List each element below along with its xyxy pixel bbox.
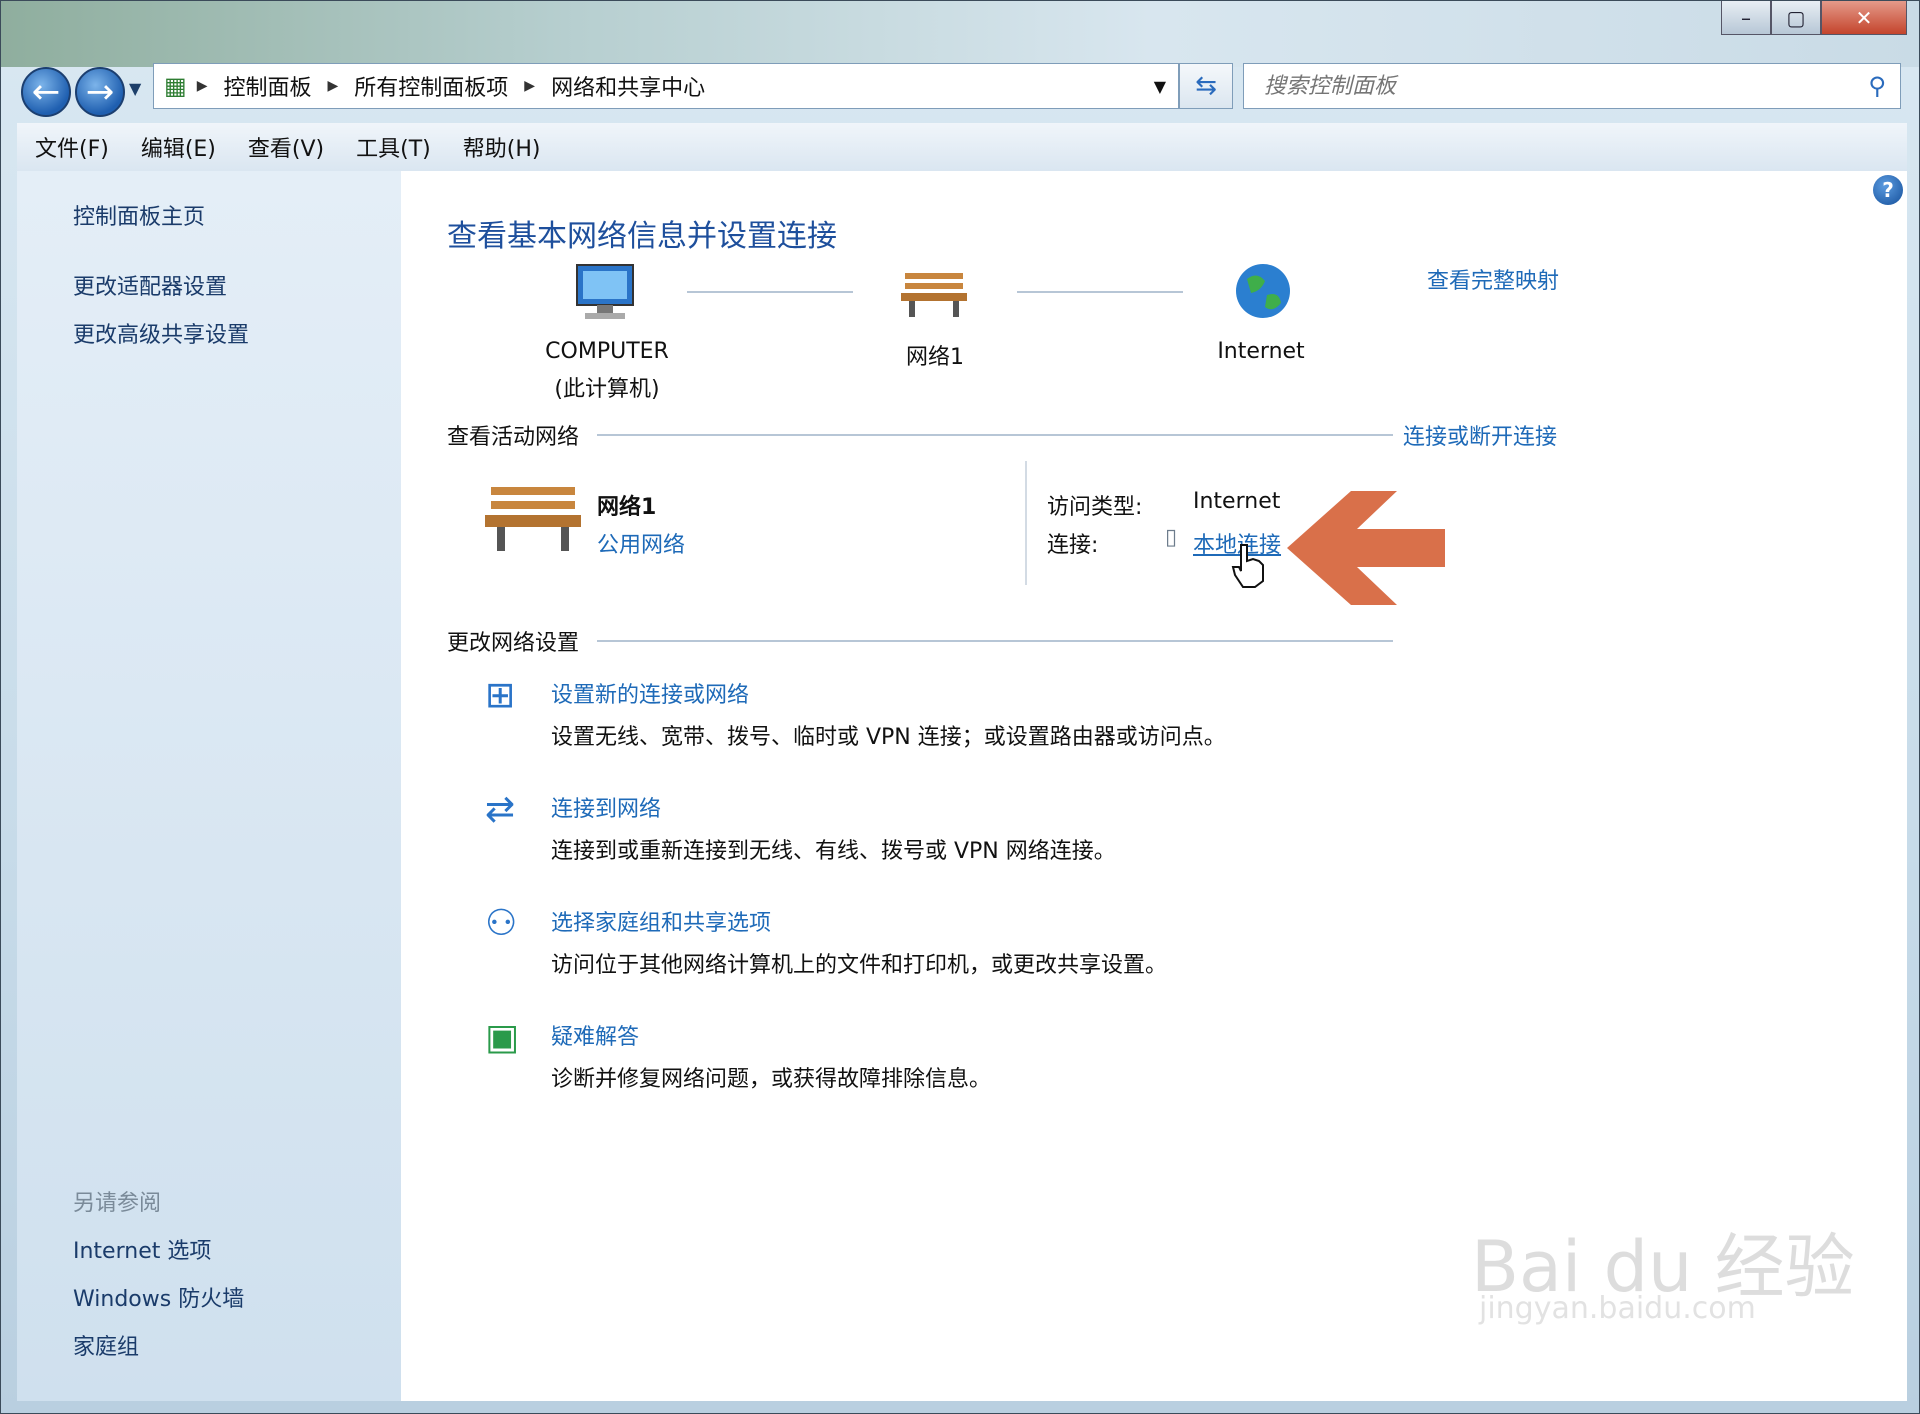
- menu-file[interactable]: 文件(F): [35, 131, 109, 163]
- see-also-firewall[interactable]: Windows 防火墙: [73, 1281, 244, 1313]
- minimize-button[interactable]: –: [1721, 1, 1771, 35]
- menu-tools[interactable]: 工具(T): [356, 131, 431, 163]
- bench-icon: [485, 487, 581, 551]
- computer-icon: [576, 264, 634, 319]
- change-settings-header: 更改网络设置: [447, 631, 580, 656]
- active-network-name: 网络1: [597, 495, 657, 520]
- close-button[interactable]: ✕: [1821, 1, 1907, 35]
- help-icon[interactable]: ?: [1873, 175, 1903, 205]
- address-bar[interactable]: ▦ ▶ 控制面板 ▶ 所有控制面板项 ▶ 网络和共享中心 ▼: [153, 63, 1179, 109]
- breadcrumb-network-center[interactable]: 网络和共享中心: [551, 70, 705, 102]
- map-node-computer: COMPUTER: [545, 339, 669, 364]
- connection-label: 连接:: [1047, 533, 1099, 558]
- task-troubleshoot[interactable]: 疑难解答: [551, 1019, 639, 1051]
- search-input[interactable]: [1262, 72, 1826, 100]
- breadcrumb-control-panel[interactable]: 控制面板: [223, 70, 311, 102]
- see-also-header: 另请参阅: [73, 1191, 162, 1216]
- chevron-right-icon: ▶: [524, 78, 536, 94]
- chevron-right-icon: ▶: [196, 78, 208, 94]
- map-connector: [687, 291, 853, 293]
- page-title: 查看基本网络信息并设置连接: [447, 219, 837, 254]
- main-content: ? 查看基本网络信息并设置连接 COMPUTER (此计算机) 网络1 Inte…: [401, 171, 1907, 1401]
- maximize-button[interactable]: ▢: [1771, 1, 1821, 35]
- arrow-left-icon: ←: [31, 72, 61, 112]
- window: – ▢ ✕ ← → ▼ ▦ ▶ 控制面板 ▶ 所有控制面板项 ▶ 网络和共享中心…: [0, 0, 1920, 1414]
- task-connect-network-desc: 连接到或重新连接到无线、有线、拨号或 VPN 网络连接。: [551, 839, 1116, 864]
- connect-network-icon: ⇄: [485, 789, 516, 830]
- breadcrumb-all-items[interactable]: 所有控制面板项: [354, 70, 508, 102]
- sidebar: 控制面板主页 更改适配器设置 更改高级共享设置 另请参阅 Internet 选项…: [17, 171, 401, 1401]
- title-bar: – ▢ ✕: [1, 1, 1919, 67]
- task-troubleshoot-desc: 诊断并修复网络问题，或获得故障排除信息。: [551, 1067, 992, 1092]
- globe-icon: [1236, 264, 1290, 318]
- connect-disconnect-link[interactable]: 连接或断开连接: [1403, 419, 1557, 451]
- section-divider: [597, 640, 1393, 642]
- view-full-map-link[interactable]: 查看完整映射: [1427, 263, 1559, 295]
- back-button[interactable]: ←: [21, 67, 71, 117]
- troubleshoot-icon: ▣: [485, 1017, 520, 1058]
- see-also-internet-options[interactable]: Internet 选项: [73, 1233, 211, 1265]
- sidebar-item-sharing[interactable]: 更改高级共享设置: [73, 317, 249, 349]
- control-panel-icon: ▦: [164, 72, 187, 100]
- refresh-icon: ⇆: [1195, 71, 1217, 101]
- refresh-button[interactable]: ⇆: [1179, 63, 1233, 109]
- chevron-right-icon: ▶: [327, 78, 339, 94]
- menu-help[interactable]: 帮助(H): [463, 131, 541, 163]
- new-connection-icon: ⊞: [485, 675, 516, 716]
- task-new-connection-desc: 设置无线、宽带、拨号、临时或 VPN 连接；或设置路由器或访问点。: [551, 725, 1226, 750]
- map-node-computer-sub: (此计算机): [554, 377, 660, 402]
- access-type-label: 访问类型:: [1047, 495, 1143, 520]
- see-also-homegroup[interactable]: 家庭组: [73, 1329, 139, 1361]
- forward-button[interactable]: →: [75, 67, 125, 117]
- menu-bar: 文件(F) 编辑(E) 查看(V) 工具(T) 帮助(H): [17, 123, 1907, 172]
- map-connector: [1017, 291, 1183, 293]
- search-box: ⚲: [1243, 63, 1901, 109]
- homegroup-icon: ⚇: [485, 903, 518, 944]
- hand-cursor-icon: [1231, 544, 1264, 588]
- active-networks-header: 查看活动网络: [447, 425, 580, 450]
- task-homegroup-desc: 访问位于其他网络计算机上的文件和打印机，或更改共享设置。: [551, 953, 1168, 978]
- network-type-link[interactable]: 公用网络: [597, 527, 685, 559]
- access-type-value: Internet: [1193, 489, 1281, 514]
- task-homegroup[interactable]: 选择家庭组和共享选项: [551, 905, 771, 937]
- menu-view[interactable]: 查看(V): [248, 131, 324, 163]
- menu-edit[interactable]: 编辑(E): [141, 131, 216, 163]
- map-node-internet: Internet: [1217, 339, 1305, 364]
- sidebar-item-adapter[interactable]: 更改适配器设置: [73, 269, 227, 301]
- map-node-network: 网络1: [906, 345, 964, 370]
- bench-icon: [901, 273, 967, 317]
- task-connect-network[interactable]: 连接到网络: [551, 791, 661, 823]
- history-dropdown-button[interactable]: ▼: [129, 79, 141, 98]
- caption-buttons: – ▢ ✕: [1721, 1, 1907, 35]
- sidebar-item-home[interactable]: 控制面板主页: [73, 199, 205, 231]
- address-dropdown-icon[interactable]: ▼: [1154, 77, 1166, 96]
- section-divider: [597, 434, 1393, 436]
- vertical-divider: [1025, 461, 1027, 585]
- watermark-url: jingyan.baidu.com: [1479, 1291, 1756, 1326]
- ethernet-icon: ▯: [1165, 525, 1178, 550]
- search-icon[interactable]: ⚲: [1868, 72, 1886, 100]
- arrow-left-icon: [1287, 491, 1445, 605]
- task-new-connection[interactable]: 设置新的连接或网络: [551, 677, 749, 709]
- arrow-right-icon: →: [85, 72, 115, 112]
